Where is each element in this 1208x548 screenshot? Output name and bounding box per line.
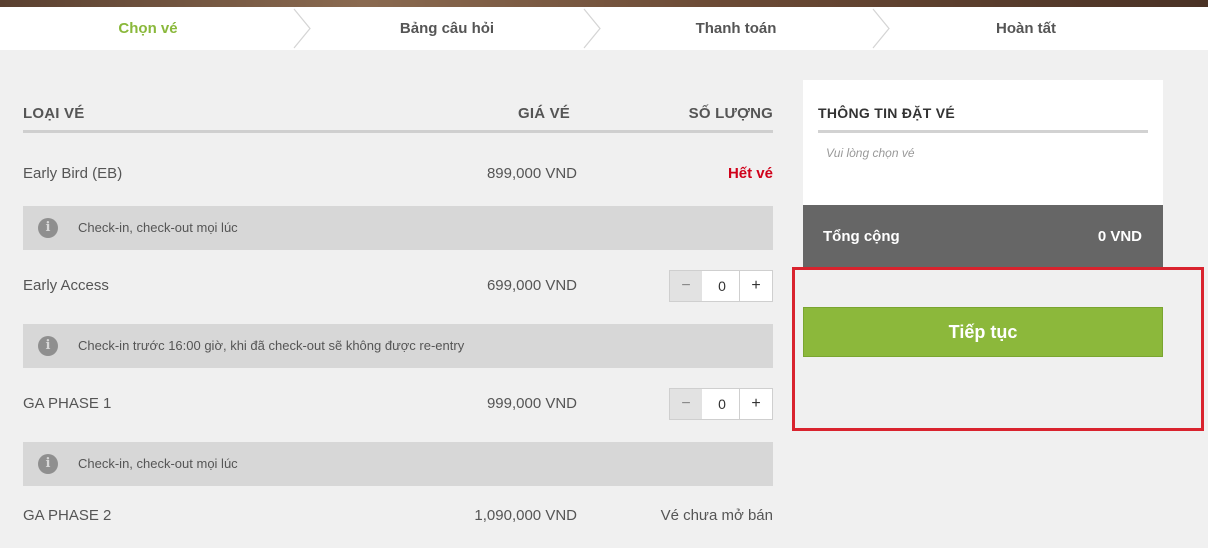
ticket-name: GA PHASE 1 [23, 395, 112, 412]
ticket-row: Early Access 699,000 VND − 0 + [23, 267, 773, 307]
col-price: GIÁ VÉ [517, 105, 570, 122]
col-ticket-type: LOẠI VÉ [23, 105, 85, 122]
info-icon: i [38, 336, 58, 356]
checkout-steps: Chọn vé Bảng câu hỏi Thanh toán Hoàn tất [0, 7, 1208, 50]
quantity-stepper: − 0 + [669, 388, 773, 420]
increase-button[interactable]: + [739, 271, 772, 301]
divider [818, 130, 1148, 133]
step-choose-ticket[interactable]: Chọn vé [0, 7, 296, 50]
step-payment[interactable]: Thanh toán [592, 7, 880, 50]
not-on-sale-label: Vé chưa mở bán [660, 507, 773, 524]
total-label: Tổng cộng [823, 228, 900, 245]
step-questionnaire[interactable]: Bảng câu hỏi [302, 7, 592, 50]
total-bar: Tổng cộng 0 VND [803, 205, 1163, 267]
ticket-name: Early Bird (EB) [23, 165, 123, 182]
ticket-name: GA PHASE 2 [23, 507, 112, 524]
ticket-info-text: Check-in trước 16:00 giờ, khi đã check-o… [78, 338, 465, 353]
col-quantity: SỐ LƯỢNG [688, 105, 773, 122]
ticket-info-text: Check-in, check-out mọi lúc [78, 456, 238, 471]
empty-selection-message: Vui lòng chọn vé [826, 146, 915, 160]
decrease-button[interactable]: − [670, 271, 702, 301]
ticket-row: GA PHASE 2 1,090,000 VND Vé chưa mở bán [23, 497, 773, 537]
ticket-info: i Check-in, check-out mọi lúc [23, 206, 773, 250]
ticket-price: 899,000 VND [486, 165, 577, 182]
ticket-info: i Check-in, check-out mọi lúc [23, 442, 773, 486]
info-icon: i [38, 218, 58, 238]
quantity-input[interactable]: 0 [703, 271, 741, 301]
booking-summary-title: THÔNG TIN ĐẶT VÉ [818, 105, 956, 121]
ticket-price: 999,000 VND [486, 395, 577, 412]
total-value: 0 VND [1097, 228, 1142, 245]
ticket-info: i Check-in trước 16:00 giờ, khi đã check… [23, 324, 773, 368]
quantity-stepper: − 0 + [669, 270, 773, 302]
booking-summary-panel: THÔNG TIN ĐẶT VÉ Vui lòng chọn vé [803, 80, 1163, 205]
ticket-price: 699,000 VND [486, 277, 577, 294]
increase-button[interactable]: + [739, 389, 772, 419]
ticket-price: 1,090,000 VND [474, 507, 577, 524]
ticket-row: GA PHASE 1 999,000 VND − 0 + [23, 385, 773, 425]
info-icon: i [38, 454, 58, 474]
step-complete[interactable]: Hoàn tất [880, 7, 1172, 50]
header-image-strip [0, 0, 1208, 7]
continue-button[interactable]: Tiếp tục [803, 307, 1163, 357]
quantity-input[interactable]: 0 [703, 389, 741, 419]
ticket-table-header: LOẠI VÉ GIÁ VÉ SỐ LƯỢNG [23, 97, 773, 133]
decrease-button[interactable]: − [670, 389, 702, 419]
ticket-row: Early Bird (EB) 899,000 VND Hết vé [23, 155, 773, 195]
sold-out-label: Hết vé [727, 165, 773, 182]
ticket-name: Early Access [23, 277, 109, 294]
ticket-info-text: Check-in, check-out mọi lúc [78, 220, 238, 235]
